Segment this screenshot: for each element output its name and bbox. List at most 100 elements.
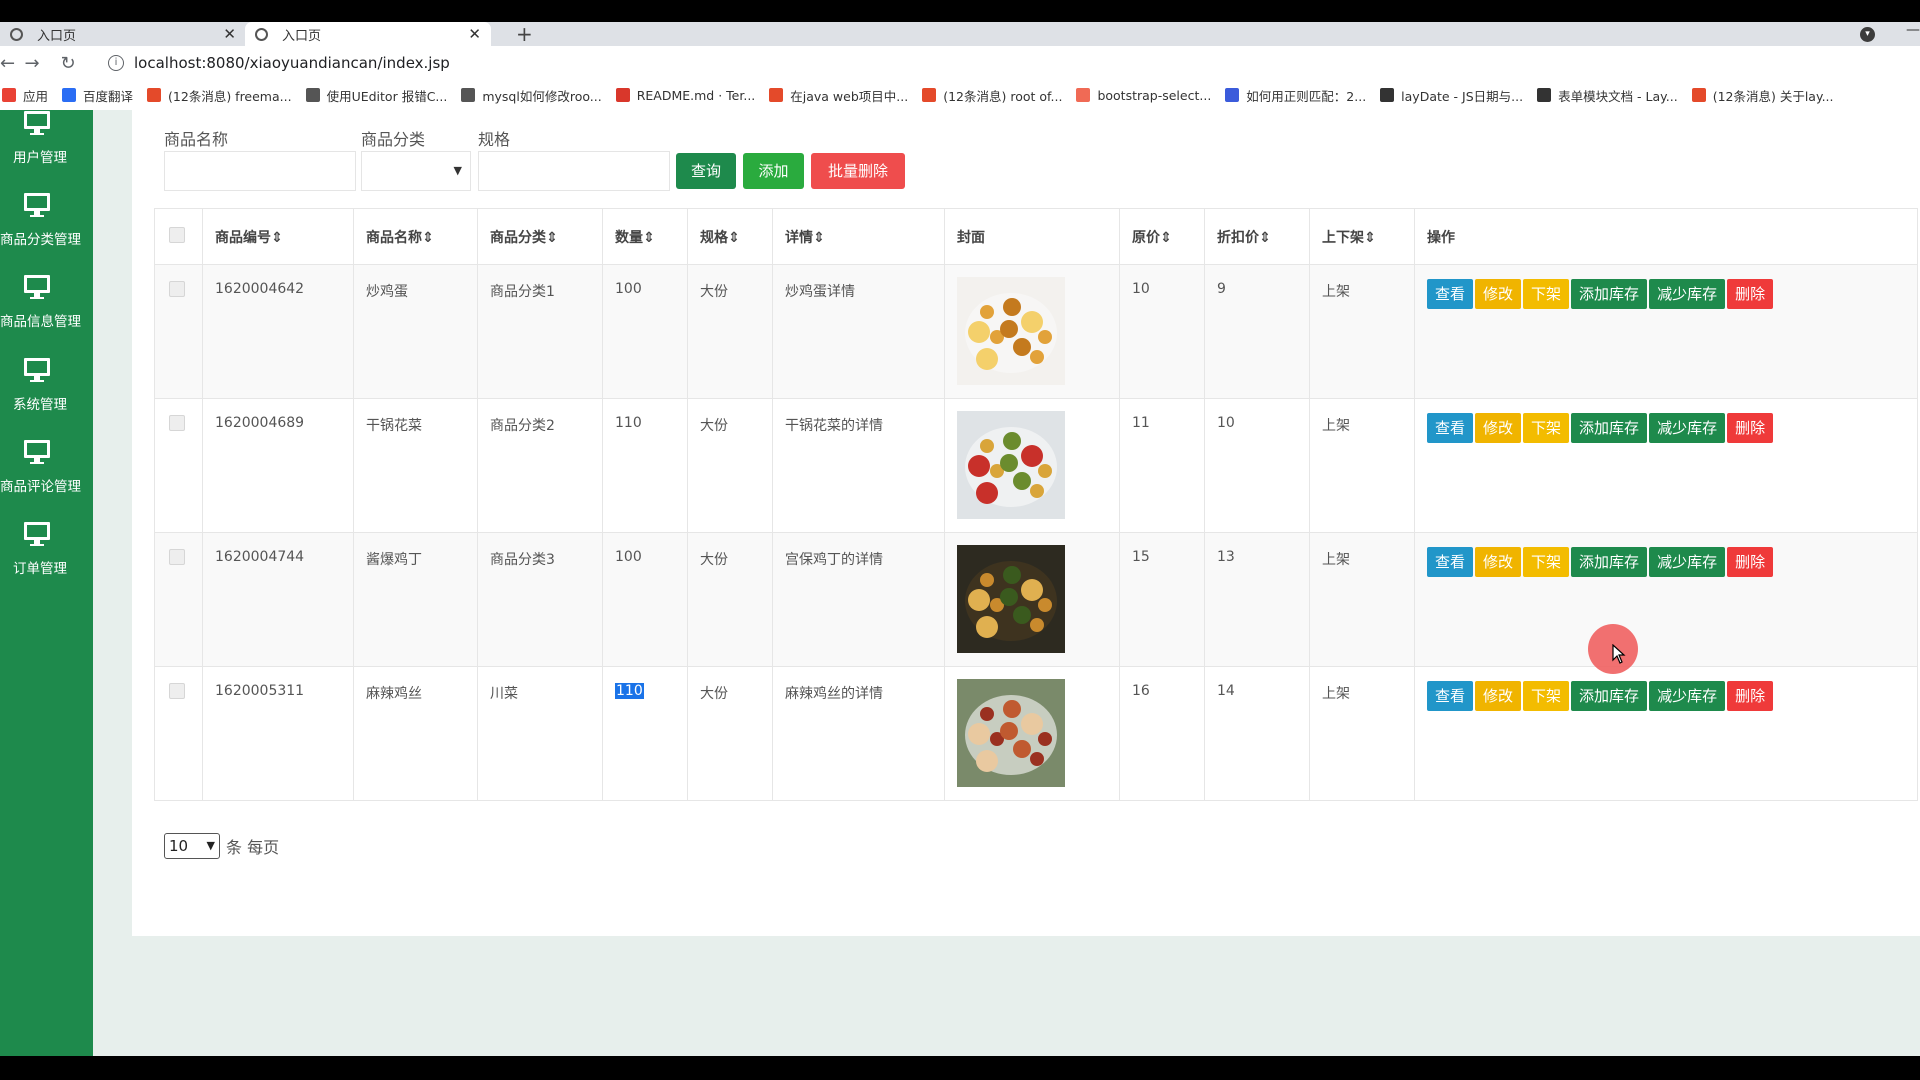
bookmark-item[interactable]: 在java web项目中... [769,86,908,105]
reduce-stock-button[interactable]: 减少库存 [1649,547,1726,577]
edit-button[interactable]: 修改 [1475,681,1522,711]
add-stock-button[interactable]: 添加库存 [1571,413,1648,443]
row-checkbox[interactable] [169,683,185,699]
delete-button[interactable]: 删除 [1727,547,1774,577]
unlist-button[interactable]: 下架 [1523,547,1570,577]
back-icon[interactable]: ← [0,53,15,74]
bookmark-label: 百度翻译 [83,88,134,104]
bookmark-item[interactable]: (12条消息) 关于lay... [1691,86,1834,105]
name-input[interactable] [164,151,356,191]
cell-price: 10 [1119,264,1205,399]
unlist-button[interactable]: 下架 [1523,279,1570,309]
cell-category: 商品分类2 [477,398,603,533]
view-button[interactable]: 查看 [1427,413,1474,443]
cell-cover [944,532,1120,667]
header-category[interactable]: 商品分类⇕ [477,208,603,265]
header-detail[interactable]: 详情⇕ [772,208,945,265]
chevron-down-icon: ▼ [206,839,215,852]
sidebar-item[interactable]: 订单管理 [0,519,93,601]
cell-name: 干锅花菜 [353,398,478,533]
bookmark-item[interactable]: mysql如何修改roo... [461,86,602,105]
cell-price: 16 [1119,666,1205,801]
minimize-button[interactable]: — [1906,22,1920,38]
reduce-stock-button[interactable]: 减少库存 [1649,681,1726,711]
unlist-button[interactable]: 下架 [1523,681,1570,711]
pagination: 10 ▼ 条 每页 [164,833,279,859]
cell-discount: 14 [1204,666,1310,801]
bookmark-item[interactable]: 使用UEditor 报错C... [305,86,447,105]
spec-input[interactable] [478,151,670,191]
query-button[interactable]: 查询 [676,153,736,189]
browser-tab[interactable]: 入口页 ✕ [0,22,246,46]
row-checkbox[interactable] [169,415,185,431]
content-panel: 商品名称 商品分类 规格 ▼ 查询 添加 批量删除 商品编号⇕ 商品名称⇕ 商品… [132,110,1920,936]
sidebar-item[interactable]: 用户管理 [0,110,93,190]
header-name[interactable]: 商品名称⇕ [353,208,478,265]
bookmark-item[interactable]: 百度翻译 [62,86,133,105]
edit-button[interactable]: 修改 [1475,547,1522,577]
bookmark-item[interactable]: 应用 [2,86,48,105]
close-icon[interactable]: ✕ [223,25,236,43]
reduce-stock-button[interactable]: 减少库存 [1649,413,1726,443]
page-size-select[interactable]: 10 ▼ [164,833,220,859]
delete-button[interactable]: 删除 [1727,279,1774,309]
new-tab-button[interactable]: + [516,22,533,46]
sidebar-item[interactable]: 商品分类管理 [0,190,93,272]
tab-search-icon[interactable]: ▾ [1860,27,1875,42]
url-field[interactable]: localhost:8080/xiaoyuandiancan/index.jsp [134,54,450,72]
close-icon[interactable]: ✕ [468,25,481,43]
header-price[interactable]: 原价⇕ [1119,208,1205,265]
header-cover: 封面 [944,208,1120,265]
bookmark-item[interactable]: bootstrap-select... [1076,88,1211,103]
delete-button[interactable]: 删除 [1727,413,1774,443]
bookmark-item[interactable]: 表单模块文档 - Lay... [1537,86,1678,105]
select-all-checkbox[interactable] [169,226,185,243]
batch-delete-button[interactable]: 批量删除 [811,153,905,189]
sidebar-item[interactable]: 系统管理 [0,355,93,437]
add-button[interactable]: 添加 [743,153,804,189]
header-id[interactable]: 商品编号⇕ [202,208,354,265]
add-stock-button[interactable]: 添加库存 [1571,547,1648,577]
add-stock-button[interactable]: 添加库存 [1571,279,1648,309]
header-discount[interactable]: 折扣价⇕ [1204,208,1310,265]
sidebar-item[interactable]: 商品评论管理 [0,437,93,519]
header-status[interactable]: 上下架⇕ [1309,208,1415,265]
bookmark-item[interactable]: README.md · Ter... [615,88,755,103]
edit-button[interactable]: 修改 [1475,413,1522,443]
delete-button[interactable]: 删除 [1727,681,1774,711]
cell-id: 1620004744 [202,532,354,667]
forward-icon[interactable]: → [14,53,50,74]
sidebar-item[interactable]: 商品信息管理 [0,272,93,354]
bookmark-item[interactable]: (12条消息) freema... [147,86,292,105]
sidebar-item-label: 商品分类管理 [0,232,81,248]
bookmark-icon [2,88,16,102]
tab-title: 入口页 [282,28,322,44]
edit-button[interactable]: 修改 [1475,279,1522,309]
unlist-button[interactable]: 下架 [1523,413,1570,443]
view-button[interactable]: 查看 [1427,279,1474,309]
row-select-cell [154,398,203,533]
cell-detail: 干锅花菜的详情 [772,398,945,533]
info-icon[interactable]: i [108,55,124,71]
reload-icon[interactable]: ↻ [50,53,86,74]
view-button[interactable]: 查看 [1427,547,1474,577]
add-stock-button[interactable]: 添加库存 [1571,681,1648,711]
browser-tab-active[interactable]: 入口页 ✕ [245,22,491,46]
sidebar: 用户管理商品分类管理商品信息管理 系统管理 商品评论管理订单管理 [0,110,93,1056]
header-spec[interactable]: 规格⇕ [687,208,773,265]
row-checkbox[interactable] [169,281,185,297]
cover-image [957,679,1065,787]
bookmark-item[interactable]: layDate - JS日期与... [1380,86,1523,105]
bookmark-item[interactable]: 如何用正则匹配：2... [1225,86,1366,105]
reduce-stock-button[interactable]: 减少库存 [1649,279,1726,309]
row-checkbox[interactable] [169,549,185,565]
view-button[interactable]: 查看 [1427,681,1474,711]
bookmark-item[interactable]: (12条消息) root of... [922,86,1062,105]
cell-cover [944,666,1120,801]
bookmark-icon [1537,88,1552,102]
header-quantity[interactable]: 数量⇕ [602,208,688,265]
sort-icon: ⇕ [813,229,825,246]
sidebar-item-label: 订单管理 [13,561,67,577]
cell-status: 上架 [1309,264,1415,399]
category-select[interactable]: ▼ [361,151,471,191]
